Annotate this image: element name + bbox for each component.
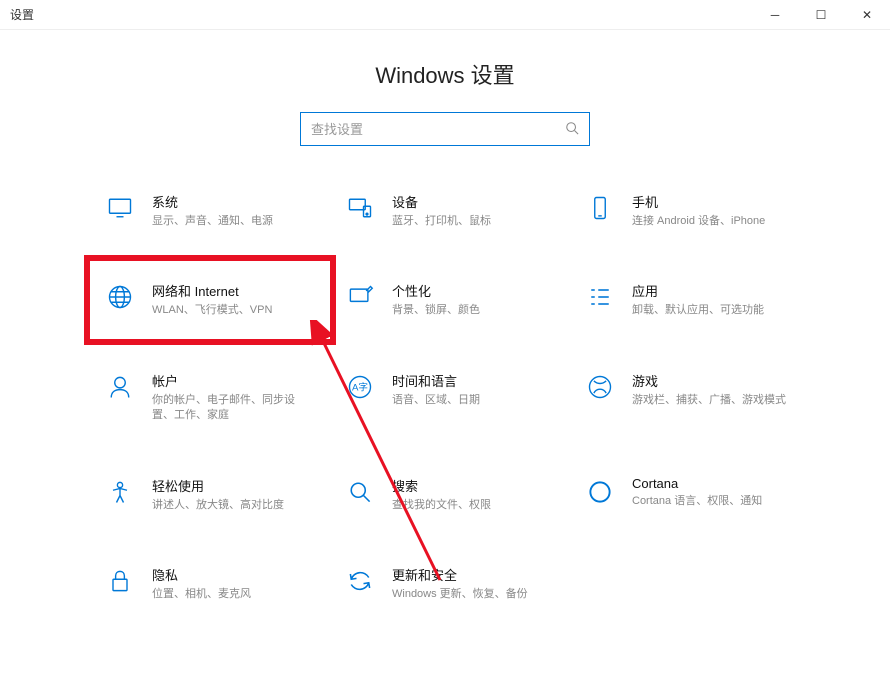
tile-title: 设备 bbox=[392, 192, 556, 211]
tile-personalization[interactable]: 个性化 背景、锁屏、颜色 bbox=[340, 275, 560, 324]
tile-title: 隐私 bbox=[152, 565, 316, 584]
search-input[interactable] bbox=[311, 122, 565, 137]
paint-icon bbox=[344, 281, 376, 313]
lock-icon bbox=[104, 565, 136, 597]
tile-desc: 显示、声音、通知、电源 bbox=[152, 214, 316, 229]
tile-desc: WLAN、飞行模式、VPN bbox=[152, 303, 316, 318]
person-icon bbox=[104, 371, 136, 403]
tile-gaming[interactable]: 游戏 游戏栏、捕获、广播、游戏模式 bbox=[580, 365, 800, 430]
tile-ease-of-access[interactable]: 轻松使用 讲述人、放大镜、高对比度 bbox=[100, 470, 320, 519]
tile-title: 应用 bbox=[632, 281, 796, 300]
tile-cortana[interactable]: Cortana Cortana 语言、权限、通知 bbox=[580, 470, 800, 519]
tile-title: 更新和安全 bbox=[392, 565, 556, 584]
tile-accounts[interactable]: 帐户 你的帐户、电子邮件、同步设置、工作、家庭 bbox=[100, 365, 320, 430]
magnifier-icon bbox=[344, 476, 376, 508]
tile-desc: 连接 Android 设备、iPhone bbox=[632, 214, 796, 229]
tile-desc: 语音、区域、日期 bbox=[392, 393, 556, 408]
tile-time-language[interactable]: A字 时间和语言 语音、区域、日期 bbox=[340, 365, 560, 430]
search-icon bbox=[565, 121, 579, 138]
minimize-button[interactable]: ─ bbox=[752, 0, 798, 30]
tile-devices[interactable]: 设备 蓝牙、打印机、鼠标 bbox=[340, 186, 560, 235]
search-container bbox=[0, 112, 890, 146]
globe-icon bbox=[104, 281, 136, 313]
svg-text:A字: A字 bbox=[352, 381, 368, 393]
tile-title: 轻松使用 bbox=[152, 476, 316, 495]
tile-title: 时间和语言 bbox=[392, 371, 556, 390]
page-title: Windows 设置 bbox=[0, 58, 890, 90]
tile-phone[interactable]: 手机 连接 Android 设备、iPhone bbox=[580, 186, 800, 235]
phone-icon bbox=[584, 192, 616, 224]
tile-title: 搜索 bbox=[392, 476, 556, 495]
tile-desc: 背景、锁屏、颜色 bbox=[392, 303, 556, 318]
tile-apps[interactable]: 应用 卸载、默认应用、可选功能 bbox=[580, 275, 800, 324]
tile-privacy[interactable]: 隐私 位置、相机、麦克风 bbox=[100, 559, 320, 608]
tile-network[interactable]: 网络和 Internet WLAN、飞行模式、VPN bbox=[100, 275, 320, 324]
tile-title: 网络和 Internet bbox=[152, 281, 316, 300]
tile-title: 系统 bbox=[152, 192, 316, 211]
tile-search[interactable]: 搜索 查找我的文件、权限 bbox=[340, 470, 560, 519]
window-controls: ─ ☐ ✕ bbox=[752, 0, 890, 30]
devices-icon bbox=[344, 192, 376, 224]
maximize-button[interactable]: ☐ bbox=[798, 0, 844, 30]
window-title: 设置 bbox=[10, 6, 34, 23]
tile-title: 个性化 bbox=[392, 281, 556, 300]
tile-desc: 讲述人、放大镜、高对比度 bbox=[152, 498, 316, 513]
tile-desc: 查找我的文件、权限 bbox=[392, 498, 556, 513]
cortana-icon bbox=[584, 476, 616, 508]
tile-update-security[interactable]: 更新和安全 Windows 更新、恢复、备份 bbox=[340, 559, 560, 608]
titlebar: 设置 ─ ☐ ✕ bbox=[0, 0, 890, 30]
tile-title: Cortana bbox=[632, 476, 796, 491]
tile-desc: 位置、相机、麦克风 bbox=[152, 587, 316, 602]
settings-grid: 系统 显示、声音、通知、电源 设备 蓝牙、打印机、鼠标 手机 连接 Androi… bbox=[0, 186, 890, 608]
apps-icon bbox=[584, 281, 616, 313]
language-icon: A字 bbox=[344, 371, 376, 403]
close-button[interactable]: ✕ bbox=[844, 0, 890, 30]
tile-title: 帐户 bbox=[152, 371, 316, 390]
tile-title: 手机 bbox=[632, 192, 796, 211]
sync-icon bbox=[344, 565, 376, 597]
display-icon bbox=[104, 192, 136, 224]
tile-desc: Cortana 语言、权限、通知 bbox=[632, 494, 796, 509]
tile-desc: 你的帐户、电子邮件、同步设置、工作、家庭 bbox=[152, 393, 316, 424]
search-box[interactable] bbox=[300, 112, 590, 146]
tile-desc: 蓝牙、打印机、鼠标 bbox=[392, 214, 556, 229]
tile-desc: Windows 更新、恢复、备份 bbox=[392, 587, 556, 602]
tile-desc: 游戏栏、捕获、广播、游戏模式 bbox=[632, 393, 796, 408]
xbox-icon bbox=[584, 371, 616, 403]
tile-system[interactable]: 系统 显示、声音、通知、电源 bbox=[100, 186, 320, 235]
tile-desc: 卸载、默认应用、可选功能 bbox=[632, 303, 796, 318]
accessibility-icon bbox=[104, 476, 136, 508]
tile-title: 游戏 bbox=[632, 371, 796, 390]
